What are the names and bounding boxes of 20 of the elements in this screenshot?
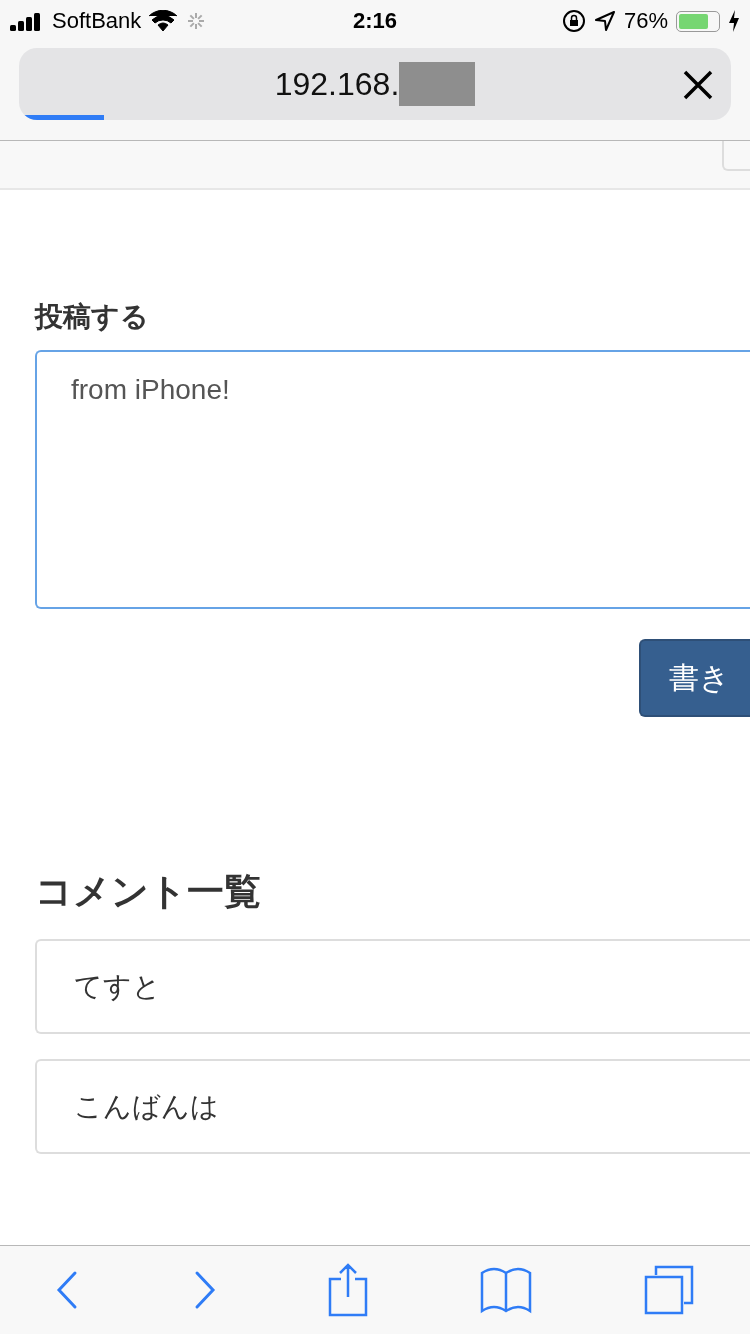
comments-heading: コメント一覧 bbox=[35, 870, 262, 914]
battery-percent: 76% bbox=[623, 8, 668, 34]
share-icon[interactable] bbox=[328, 1263, 368, 1317]
comment-card: てすと bbox=[35, 939, 750, 1034]
address-bar[interactable]: 192.168. bbox=[19, 48, 731, 120]
url-text: 192.168. bbox=[274, 65, 400, 103]
close-icon[interactable] bbox=[683, 70, 713, 100]
submit-button[interactable]: 書き bbox=[639, 639, 750, 717]
menu-toggle[interactable] bbox=[722, 141, 750, 171]
clock-time: 2:16 bbox=[353, 8, 397, 34]
carrier-name: SoftBank bbox=[52, 8, 142, 34]
charging-icon bbox=[728, 10, 740, 32]
location-icon bbox=[593, 10, 616, 32]
book-icon[interactable] bbox=[480, 1265, 532, 1315]
wifi-icon bbox=[149, 10, 178, 32]
rotation-lock-icon bbox=[561, 9, 586, 33]
tabs-icon[interactable] bbox=[644, 1265, 694, 1315]
form-heading: 投稿する bbox=[35, 300, 150, 334]
post-textarea[interactable]: from iPhone! bbox=[35, 350, 750, 609]
comment-card: こんばんは bbox=[35, 1059, 750, 1154]
